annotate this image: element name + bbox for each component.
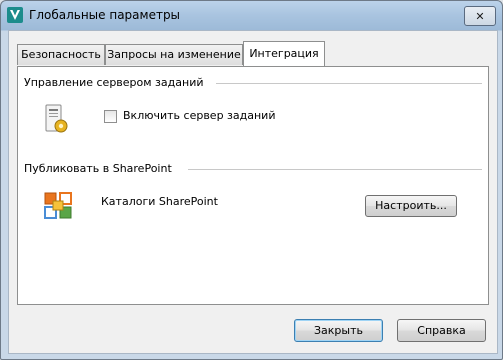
close-icon: ✕ xyxy=(475,9,485,23)
section-divider xyxy=(188,169,482,170)
enable-job-server-label[interactable]: Включить сервер заданий xyxy=(123,109,275,122)
close-button[interactable]: Закрыть xyxy=(294,319,383,342)
tab-change-requests[interactable]: Запросы на изменение xyxy=(105,44,243,65)
title-bar[interactable]: Глобальные параметры ✕ xyxy=(1,1,502,30)
help-button[interactable]: Справка xyxy=(397,319,486,342)
tab-security[interactable]: Безопасность xyxy=(17,44,105,65)
window-title: Глобальные параметры xyxy=(29,8,181,22)
integration-panel: Управление сервером заданий Включить сер… xyxy=(17,66,489,305)
dialog-body: Безопасность Запросы на изменение Интегр… xyxy=(8,30,498,354)
sharepoint-section-title: Публиковать в SharePoint xyxy=(24,162,172,175)
section-divider xyxy=(216,83,482,84)
sharepoint-catalogs-label: Каталоги SharePoint xyxy=(101,195,218,208)
configure-button[interactable]: Настроить... xyxy=(365,195,457,217)
window-close-button[interactable]: ✕ xyxy=(464,6,496,26)
app-icon xyxy=(7,7,23,23)
job-server-icon xyxy=(43,103,71,137)
job-server-section-title: Управление сервером заданий xyxy=(24,76,204,89)
sharepoint-icon xyxy=(43,189,75,221)
tab-integration[interactable]: Интеграция xyxy=(243,41,325,66)
enable-job-server-checkbox[interactable] xyxy=(104,110,117,123)
dialog-window: Глобальные параметры ✕ Безопасность Запр… xyxy=(0,0,503,360)
